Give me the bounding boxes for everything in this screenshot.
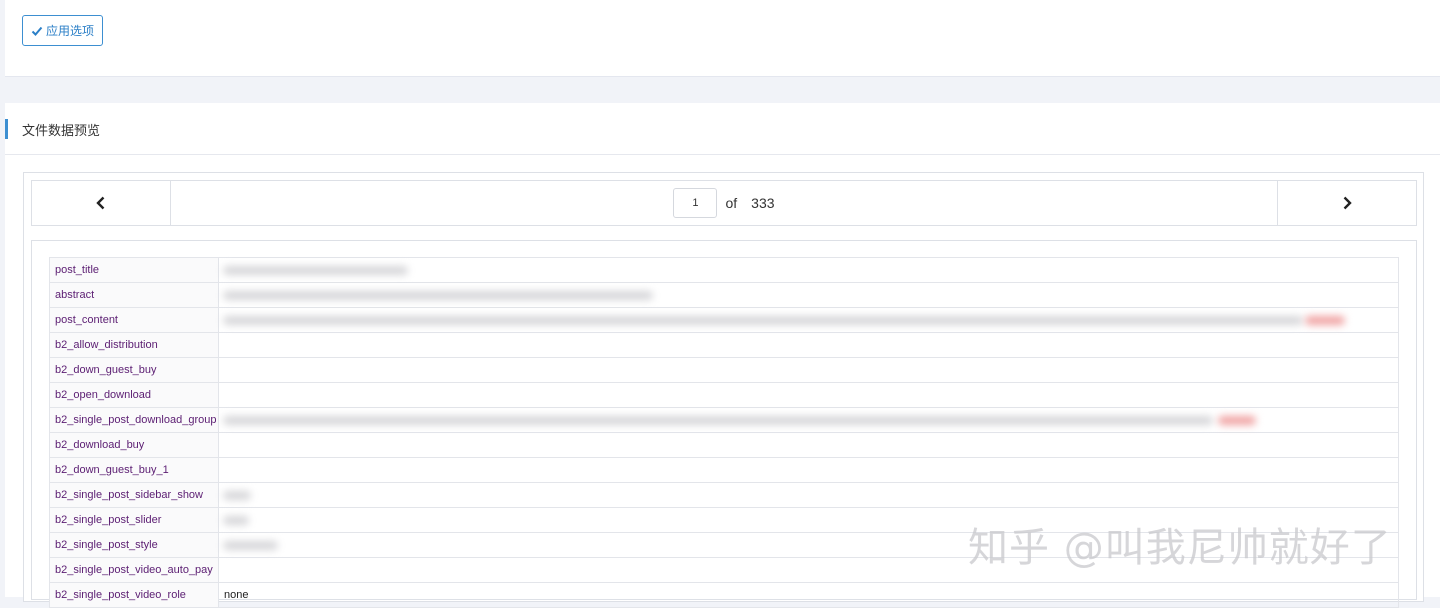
section-title: 文件数据预览 (22, 123, 101, 138)
field-key: b2_download_buy (49, 432, 219, 458)
pager-of-label: of (725, 195, 738, 211)
pager-total-pages: 333 (751, 195, 775, 211)
chevron-right-icon (1343, 196, 1352, 210)
field-key: b2_allow_distribution (49, 332, 219, 358)
table-row: b2_download_buy (49, 432, 1399, 458)
section-header: 文件数据预览 (5, 103, 1440, 155)
table-row: b2_down_guest_buy_1 (49, 457, 1399, 483)
table-row: abstract (49, 282, 1399, 308)
field-key: b2_down_guest_buy (49, 357, 219, 383)
field-key: b2_single_post_download_group (49, 407, 219, 433)
table-row: b2_allow_distribution (49, 332, 1399, 358)
field-key: post_title (49, 257, 219, 283)
table-row: b2_down_guest_buy (49, 357, 1399, 383)
pager: of 333 (31, 180, 1417, 226)
next-page-button[interactable] (1277, 181, 1416, 225)
apply-options-button[interactable]: 应用选项 (22, 15, 103, 46)
watermark: 知乎 @叫我尼帅就好了 (968, 525, 1392, 571)
field-value (218, 457, 1399, 483)
pager-center: of 333 (171, 181, 1277, 225)
previous-page-button[interactable] (32, 181, 171, 225)
field-key: b2_single_post_style (49, 532, 219, 558)
field-value (218, 482, 1399, 508)
table-row: post_title (49, 257, 1399, 283)
field-key: b2_single_post_sidebar_show (49, 482, 219, 508)
table-row: b2_single_post_download_group (49, 407, 1399, 433)
field-key: b2_single_post_video_auto_pay (49, 557, 219, 583)
apply-options-label: 应用选项 (45, 24, 94, 38)
field-value (218, 282, 1399, 308)
section-accent-bar (5, 119, 8, 139)
check-icon (31, 26, 43, 36)
table-row: b2_single_post_video_role none (49, 582, 1399, 608)
field-key: b2_single_post_video_role (49, 582, 219, 608)
table-row: b2_open_download (49, 382, 1399, 408)
chevron-left-icon (96, 196, 105, 210)
field-key: post_content (49, 307, 219, 333)
field-value (218, 257, 1399, 283)
field-value: none (218, 582, 1399, 608)
field-value (218, 432, 1399, 458)
field-value (218, 332, 1399, 358)
field-key: b2_single_post_slider (49, 507, 219, 533)
field-key: abstract (49, 282, 219, 308)
field-key: b2_open_download (49, 382, 219, 408)
options-card: 应用选项 (5, 0, 1440, 77)
field-value (218, 307, 1399, 333)
table-row: b2_single_post_sidebar_show (49, 482, 1399, 508)
table-row: post_content (49, 307, 1399, 333)
page-number-input[interactable] (673, 188, 718, 218)
field-key: b2_down_guest_buy_1 (49, 457, 219, 483)
field-value (218, 382, 1399, 408)
field-value (218, 357, 1399, 383)
field-value (218, 407, 1399, 433)
